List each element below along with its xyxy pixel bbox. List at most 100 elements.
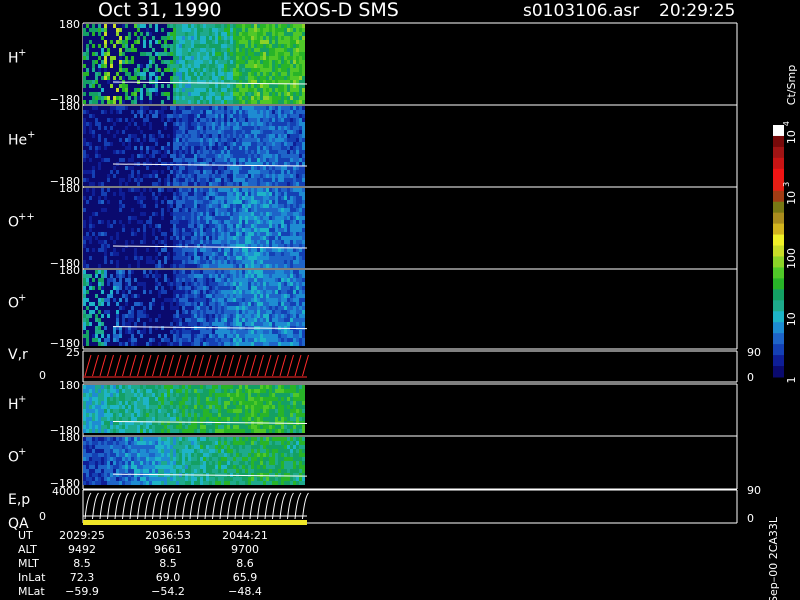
ion-0-cell [188, 52, 191, 56]
ion-2-cell [284, 228, 287, 232]
ion-1-cell [281, 118, 284, 122]
ion-1-cell [116, 134, 119, 138]
ion-0-cell [296, 92, 299, 96]
ion-2-cell [125, 188, 128, 192]
ion-2-cell [173, 192, 176, 196]
ion-3-cell [296, 290, 299, 294]
ion-2-cell [206, 240, 209, 244]
ion-1-cell [296, 178, 299, 182]
ion-2-cell [263, 248, 266, 252]
ion-2-cell [278, 260, 281, 264]
ion-3-cell [104, 294, 107, 298]
ion-1-cell [155, 154, 158, 158]
ion-1-cell [236, 114, 239, 118]
ion-1-cell [131, 170, 134, 174]
ion-1-cell [116, 142, 119, 146]
ion-0-cell [191, 68, 194, 72]
ion-1-cell [239, 110, 242, 114]
ion-2-cell [89, 260, 92, 264]
ion-0-cell [128, 64, 131, 68]
ion-0-cell [230, 68, 233, 72]
ion-3-cell [98, 290, 101, 294]
ion-2-cell [248, 192, 251, 196]
ion-1-cell [161, 154, 164, 158]
ion-1-cell [110, 122, 113, 126]
ion-1-cell [212, 174, 215, 178]
ion-0-cell [209, 40, 212, 44]
ion-0-cell [149, 100, 152, 104]
ion-1-cell [227, 114, 230, 118]
ion-0-cell [242, 92, 245, 96]
ion-1-cell [218, 110, 221, 114]
ion-0-cell [107, 80, 110, 84]
ion-0-cell [296, 100, 299, 104]
ion-2-cell [155, 224, 158, 228]
ion-2-cell [170, 192, 173, 196]
ion-2-cell [284, 240, 287, 244]
ion-1-cell [206, 126, 209, 130]
ion-1-cell [119, 122, 122, 126]
ion-0-cell [185, 48, 188, 52]
ion-1-cell [266, 114, 269, 118]
ion-1-cell [98, 162, 101, 166]
ion-0-cell [128, 60, 131, 64]
ion-0-cell [134, 76, 137, 80]
ion-1-cell [251, 166, 254, 170]
ion-2-cell [239, 220, 242, 224]
ion-1-cell [203, 126, 206, 130]
ion-0-cell [251, 40, 254, 44]
ion-0-cell [293, 80, 296, 84]
ion-0-cell [152, 76, 155, 80]
ion-0-cell [167, 88, 170, 92]
ion-2-cell [182, 208, 185, 212]
ion-1-cell [170, 150, 173, 154]
ion-1-cell [104, 122, 107, 126]
ion-1-cell [140, 122, 143, 126]
ion-3-cell [113, 286, 116, 290]
ion-1-cell [245, 150, 248, 154]
ion-0-cell [269, 64, 272, 68]
ion-2-cell [146, 264, 149, 268]
ion-2-cell [236, 200, 239, 204]
ion-2-cell [275, 200, 278, 204]
ion-3-cell [104, 270, 107, 274]
ion-2-cell [194, 200, 197, 204]
ion-2-cell [83, 192, 86, 196]
ion-2-cell [257, 224, 260, 228]
ion-0-cell [137, 52, 140, 56]
ion-1-cell [197, 146, 200, 150]
ion-1-cell [284, 126, 287, 130]
ion-1-cell [221, 142, 224, 146]
ion-0-cell [122, 96, 125, 100]
ion-2-cell [179, 196, 182, 200]
ion-1-cell [107, 146, 110, 150]
ion-0-cell [119, 56, 122, 60]
ion-3-cell [254, 270, 257, 274]
ion-2-cell [104, 188, 107, 192]
ion-0-cell [209, 68, 212, 72]
ion-0-cell [275, 32, 278, 36]
ion-1-cell [293, 138, 296, 142]
ion-2-cell [128, 240, 131, 244]
ion-2-cell [86, 256, 89, 260]
ion-3-cell [137, 294, 140, 298]
ion-2-cell [137, 232, 140, 236]
ion-1-cell [149, 150, 152, 154]
ion-2-cell [293, 200, 296, 204]
ion-2-cell [242, 196, 245, 200]
ion-1-cell [296, 154, 299, 158]
ion-2-cell [224, 188, 227, 192]
ion-2-cell [203, 240, 206, 244]
ion-2-cell [227, 236, 230, 240]
ion-0-cell [194, 96, 197, 100]
ion-0-cell [263, 32, 266, 36]
ion-0-cell [131, 44, 134, 48]
ion-0-cell [164, 96, 167, 100]
ion-2-cell [92, 260, 95, 264]
ion-1-cell [158, 146, 161, 150]
ion-0-cell [182, 52, 185, 56]
ion-0-cell [104, 84, 107, 88]
ion-2-cell [191, 196, 194, 200]
ion-1-cell [194, 158, 197, 162]
ion-1-cell [191, 118, 194, 122]
